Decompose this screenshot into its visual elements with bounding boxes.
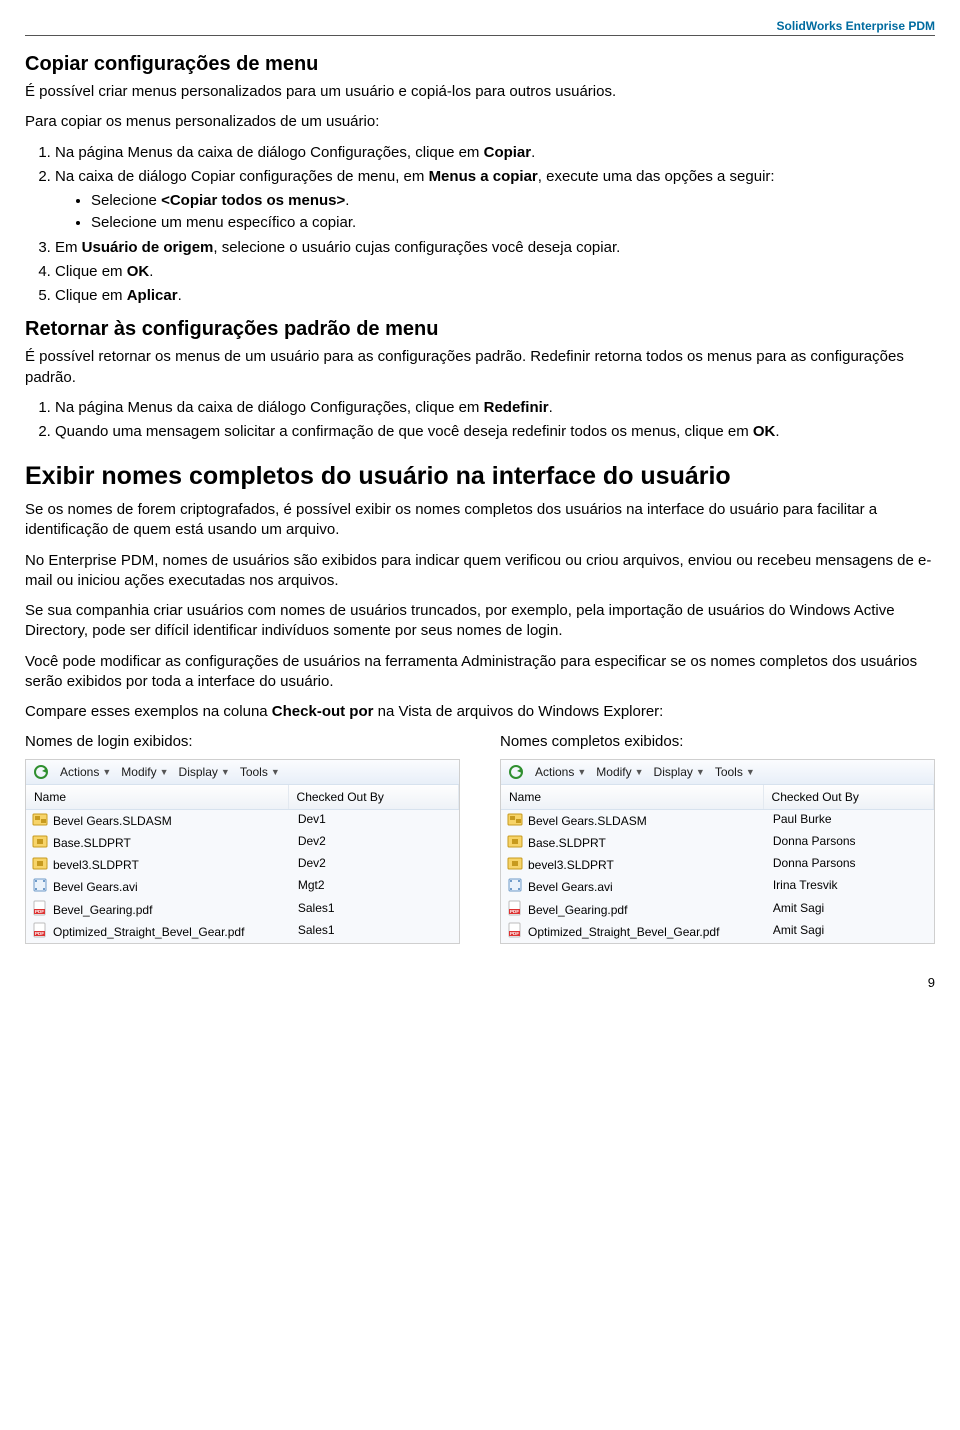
file-name: bevel3.SLDPRT — [53, 857, 139, 873]
sec1-bullet1: Selecione <Copiar todos os menus>. — [91, 191, 935, 211]
file-icon — [32, 922, 48, 942]
toolbar-display[interactable]: Display▼ — [654, 764, 705, 780]
sec1-title: Copiar configurações de menu — [25, 51, 935, 78]
file-name: Bevel_Gearing.pdf — [53, 902, 152, 918]
table-row[interactable]: Optimized_Straight_Bevel_Gear.pdf Sales1 — [26, 921, 459, 943]
product-header: SolidWorks Enterprise PDM — [25, 18, 935, 34]
sec3-p4: Você pode modificar as configurações de … — [25, 652, 935, 693]
toolbar-modify[interactable]: Modify▼ — [121, 764, 168, 780]
sec2-step2: Quando uma mensagem solicitar a confirma… — [55, 422, 935, 442]
checked-out-by-value: Paul Burke — [765, 811, 934, 831]
table-row[interactable]: Bevel Gears.SLDASM Paul Burke — [501, 810, 934, 832]
checked-out-by-value: Mgt2 — [290, 877, 459, 897]
sec1-step1: Na página Menus da caixa de diálogo Conf… — [55, 143, 935, 163]
toolbar-tools[interactable]: Tools▼ — [715, 764, 755, 780]
file-name: Bevel Gears.avi — [53, 879, 138, 895]
toolbar-tools[interactable]: Tools▼ — [240, 764, 280, 780]
file-icon — [507, 855, 523, 875]
file-icon — [507, 811, 523, 831]
sec1-lead: Para copiar os menus personalizados de u… — [25, 112, 935, 132]
table-row[interactable]: Base.SLDPRT Donna Parsons — [501, 832, 934, 854]
table-row[interactable]: Bevel Gears.SLDASM Dev1 — [26, 810, 459, 832]
file-name: bevel3.SLDPRT — [528, 857, 614, 873]
toolbar-actions[interactable]: Actions▼ — [535, 764, 586, 780]
col-header-checked-out-by[interactable]: Checked Out By — [289, 785, 459, 809]
file-icon — [507, 833, 523, 853]
toolbar-actions[interactable]: Actions▼ — [60, 764, 111, 780]
sec2-steps: Na página Menus da caixa de diálogo Conf… — [25, 398, 935, 443]
file-icon — [32, 855, 48, 875]
sec3-title: Exibir nomes completos do usuário na int… — [25, 460, 935, 494]
refresh-icon[interactable] — [32, 763, 50, 781]
toolbar-display[interactable]: Display▼ — [179, 764, 230, 780]
explorer-right: Actions▼ Modify▼ Display▼ Tools▼ NameChecked… — [500, 759, 935, 944]
file-name: Bevel Gears.avi — [528, 879, 613, 895]
checked-out-by-value: Sales1 — [290, 922, 459, 942]
file-icon — [32, 877, 48, 897]
table-row[interactable]: Bevel Gears.avi Mgt2 — [26, 876, 459, 898]
checked-out-by-value: Dev1 — [290, 811, 459, 831]
sec1-step2: Na caixa de diálogo Copiar configurações… — [55, 167, 935, 234]
toolbar-modify[interactable]: Modify▼ — [596, 764, 643, 780]
sec1-intro: É possível criar menus personalizados pa… — [25, 82, 935, 102]
explorer-left: Actions▼ Modify▼ Display▼ Tools▼ NameChecked… — [25, 759, 460, 944]
checked-out-by-value: Irina Tresvik — [765, 877, 934, 897]
file-icon — [507, 877, 523, 897]
checked-out-by-value: Dev2 — [290, 855, 459, 875]
file-icon — [32, 811, 48, 831]
file-name: Optimized_Straight_Bevel_Gear.pdf — [53, 924, 244, 940]
sec1-steps: Na página Menus da caixa de diálogo Conf… — [25, 143, 935, 307]
sec3-p2: No Enterprise PDM, nomes de usuários são… — [25, 551, 935, 592]
table-row[interactable]: Bevel Gears.avi Irina Tresvik — [501, 876, 934, 898]
table-row[interactable]: bevel3.SLDPRT Dev2 — [26, 854, 459, 876]
sec3-p5: Compare esses exemplos na coluna Check-o… — [25, 702, 935, 722]
file-icon — [507, 900, 523, 920]
checked-out-by-value: Amit Sagi — [765, 900, 934, 920]
file-name: Bevel Gears.SLDASM — [528, 813, 647, 829]
table-row[interactable]: bevel3.SLDPRT Donna Parsons — [501, 854, 934, 876]
table-row[interactable]: Base.SLDPRT Dev2 — [26, 832, 459, 854]
checked-out-by-value: Donna Parsons — [765, 855, 934, 875]
table-row[interactable]: Optimized_Straight_Bevel_Gear.pdf Amit Sa… — [501, 921, 934, 943]
col-header-name[interactable]: Name — [501, 785, 764, 809]
file-name: Base.SLDPRT — [53, 835, 131, 851]
file-icon — [32, 900, 48, 920]
checked-out-by-value: Sales1 — [290, 900, 459, 920]
page-number: 9 — [25, 974, 935, 992]
file-icon — [32, 833, 48, 853]
file-name: Base.SLDPRT — [528, 835, 606, 851]
sec2-step1: Na página Menus da caixa de diálogo Conf… — [55, 398, 935, 418]
file-icon — [507, 922, 523, 942]
checked-out-by-value: Dev2 — [290, 833, 459, 853]
file-name: Bevel Gears.SLDASM — [53, 813, 172, 829]
sec1-bullet2: Selecione um menu específico a copiar. — [91, 213, 935, 233]
sec3-p1: Se os nomes de forem criptografados, é p… — [25, 500, 935, 541]
col-header-checked-out-by[interactable]: Checked Out By — [764, 785, 934, 809]
sec2-intro: É possível retornar os menus de um usuár… — [25, 347, 935, 388]
table-row[interactable]: Bevel_Gearing.pdf Sales1 — [26, 899, 459, 921]
divider — [25, 35, 935, 36]
table-row[interactable]: Bevel_Gearing.pdf Amit Sagi — [501, 899, 934, 921]
checked-out-by-value: Amit Sagi — [765, 922, 934, 942]
sec1-step3: Em Usuário de origem, selecione o usuári… — [55, 238, 935, 258]
checked-out-by-value: Donna Parsons — [765, 833, 934, 853]
sec3-p3: Se sua companhia criar usuários com nome… — [25, 601, 935, 642]
sec1-step5: Clique em Aplicar. — [55, 286, 935, 306]
sec2-title: Retornar às configurações padrão de menu — [25, 316, 935, 343]
right-compare-label: Nomes completos exibidos: — [500, 732, 935, 752]
file-name: Bevel_Gearing.pdf — [528, 902, 627, 918]
sec1-step4: Clique em OK. — [55, 262, 935, 282]
refresh-icon[interactable] — [507, 763, 525, 781]
left-compare-label: Nomes de login exibidos: — [25, 732, 460, 752]
file-name: Optimized_Straight_Bevel_Gear.pdf — [528, 924, 719, 940]
col-header-name[interactable]: Name — [26, 785, 289, 809]
